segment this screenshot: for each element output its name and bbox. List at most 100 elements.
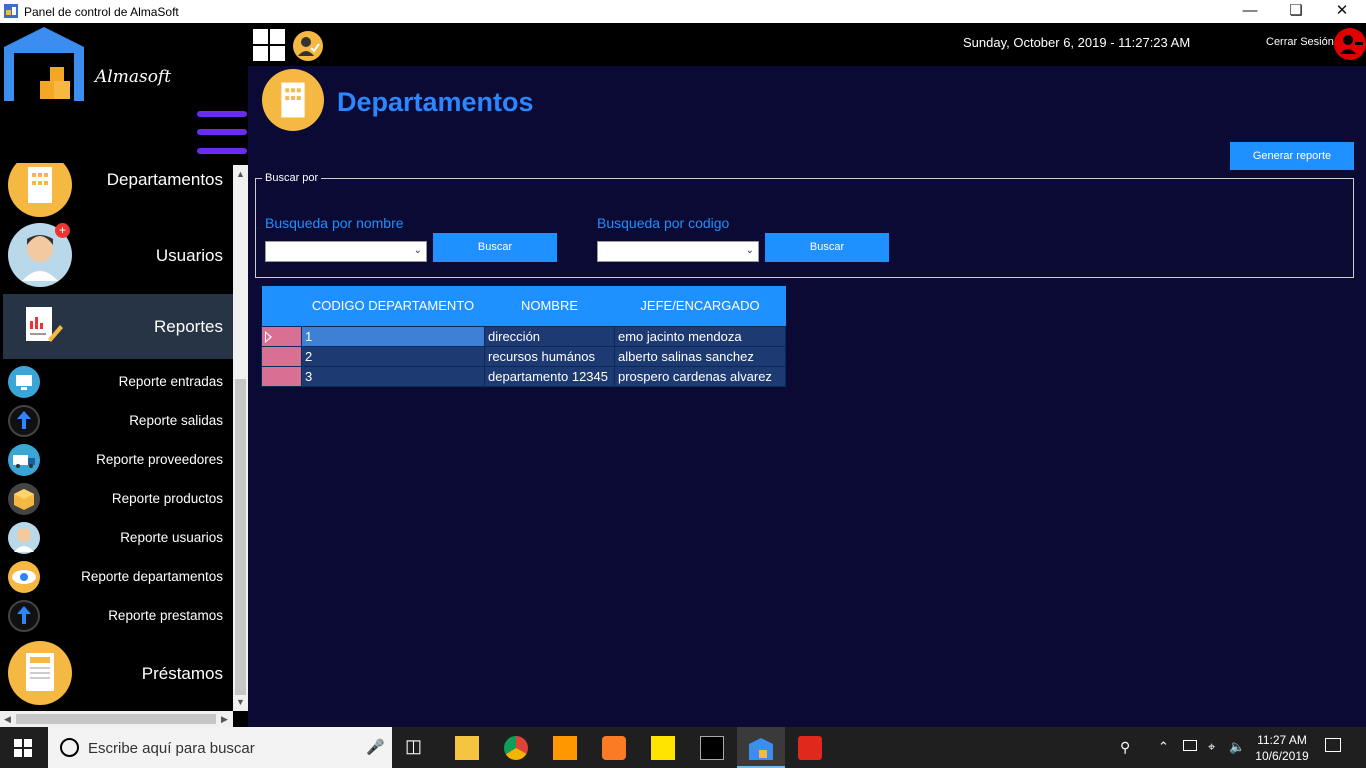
xampp-icon[interactable] xyxy=(602,736,626,760)
people-icon[interactable]: ⚲ xyxy=(1120,739,1130,756)
datetime-label: Sunday, October 6, 2019 - 11:27:23 AM xyxy=(963,35,1191,50)
chevron-up-icon[interactable]: ⌃ xyxy=(1158,739,1169,755)
sidebar-subitem-reporte-salidas[interactable]: Reporte salidas xyxy=(3,402,233,441)
sidebar-subitem-reporte-productos[interactable]: Reporte productos xyxy=(3,480,233,519)
menu-toggle-icon[interactable] xyxy=(197,148,247,154)
close-button[interactable]: ✕ xyxy=(1319,0,1365,23)
search-by-name-label: Busqueda por nombre xyxy=(265,215,404,231)
volume-icon[interactable]: 🔈 xyxy=(1229,739,1245,755)
table-cell[interactable]: departamento 12345 xyxy=(484,365,615,387)
sidebar-subitem-label: Reporte proveedores xyxy=(96,452,223,467)
taskbar-date: 10/6/2019 xyxy=(1255,749,1309,763)
almasoft-taskbar-icon[interactable] xyxy=(737,727,785,768)
scroll-thumb[interactable] xyxy=(235,379,246,695)
generate-report-button[interactable]: Generar reporte xyxy=(1230,142,1354,170)
user-icon xyxy=(8,522,40,554)
table-cell[interactable]: 2 xyxy=(301,345,485,367)
menu-toggle-icon[interactable] xyxy=(197,129,247,135)
task-view-icon[interactable]: ◫ xyxy=(405,736,429,760)
report-icon xyxy=(8,295,72,359)
logout-icon[interactable] xyxy=(1334,28,1366,60)
column-header[interactable]: JEFE/ENCARGADO xyxy=(614,286,786,326)
row-header[interactable] xyxy=(261,345,302,367)
start-button-icon[interactable] xyxy=(14,739,32,757)
sidebar-subitem-label: Reporte entradas xyxy=(118,374,223,389)
logout-label[interactable]: Cerrar Sesión xyxy=(1266,36,1334,48)
sidebar: Almasoft Departamentos + Usuarios Report… xyxy=(0,23,248,727)
sidebar-item-prestamos[interactable]: Préstamos xyxy=(3,639,233,709)
chrome-icon[interactable] xyxy=(504,736,528,760)
sidebar-subitem-label: Reporte usuarios xyxy=(120,530,223,545)
microphone-icon[interactable]: 🎤 xyxy=(366,738,385,756)
scroll-right-icon[interactable]: ▶ xyxy=(221,714,228,725)
table-row[interactable]: 1 dirección emo jacinto mendoza xyxy=(261,325,786,347)
main-content: Departamentos Generar reporte Buscar por… xyxy=(248,66,1366,727)
sidebar-subitem-reporte-usuarios[interactable]: Reporte usuarios xyxy=(3,519,233,558)
sidebar-subitem-label: Reporte productos xyxy=(111,491,223,506)
table-cell[interactable]: prospero cardenas alvarez xyxy=(614,365,786,387)
app-icon xyxy=(4,4,18,18)
table-cell[interactable]: dirección xyxy=(484,325,615,347)
table-cell[interactable]: 3 xyxy=(301,365,485,387)
search-by-name-button[interactable]: Buscar xyxy=(433,233,557,262)
sidebar-subitem-reporte-departamentos[interactable]: Reporte departamentos xyxy=(3,558,233,597)
monitor-icon xyxy=(8,366,40,398)
sidebar-vertical-scrollbar[interactable]: ▲ ▼ xyxy=(233,165,248,711)
cortana-icon xyxy=(60,738,79,757)
maximize-button[interactable]: ❏ xyxy=(1273,0,1319,23)
search-by-code-label: Busqueda por codigo xyxy=(597,215,730,231)
table-row[interactable]: 3 departamento 12345 prospero cardenas a… xyxy=(261,365,786,387)
current-row-icon xyxy=(265,330,272,343)
scroll-down-icon[interactable]: ▼ xyxy=(236,697,245,707)
wifi-icon[interactable]: ⌖ xyxy=(1208,739,1215,755)
file-explorer-icon[interactable] xyxy=(455,736,479,760)
table-cell[interactable]: recursos humános xyxy=(484,345,615,367)
scroll-left-icon[interactable]: ◀ xyxy=(4,714,11,725)
sidebar-subitem-reporte-prestamos[interactable]: Reporte prestamos xyxy=(3,597,233,636)
minimize-button[interactable]: — xyxy=(1227,0,1273,23)
sublime-text-icon[interactable] xyxy=(553,736,577,760)
scroll-thumb[interactable] xyxy=(16,714,216,724)
building-icon xyxy=(262,69,324,131)
row-header[interactable] xyxy=(261,325,302,347)
pdf-reader-icon[interactable] xyxy=(798,736,822,760)
windows-icon[interactable] xyxy=(253,29,285,61)
sidebar-item-usuarios[interactable]: + Usuarios xyxy=(3,221,233,291)
sidebar-item-reportes[interactable]: Reportes xyxy=(3,294,233,359)
sidebar-subitem-reporte-entradas[interactable]: Reporte entradas xyxy=(3,363,233,402)
table-cell[interactable]: 1 xyxy=(301,325,485,347)
chevron-down-icon: ⌄ xyxy=(745,245,754,256)
taskbar-clock[interactable]: 11:27 AM 10/6/2019 xyxy=(1250,732,1314,764)
search-by-name-combo[interactable]: ⌄ xyxy=(265,241,427,262)
sidebar-subitem-reporte-proveedores[interactable]: Reporte proveedores xyxy=(3,441,233,480)
table-cell[interactable]: alberto salinas sanchez xyxy=(614,345,786,367)
up-arrow-icon xyxy=(8,405,40,437)
taskbar-search-box[interactable]: Escribe aquí para buscar 🎤 xyxy=(48,727,392,768)
table-row[interactable]: 2 recursos humános alberto salinas sanch… xyxy=(261,345,786,367)
sidebar-item-departamentos[interactable]: Departamentos xyxy=(3,163,233,219)
search-group: Buscar por Busqueda por nombre ⌄ Buscar … xyxy=(255,172,1354,278)
user-check-icon[interactable] xyxy=(293,31,323,61)
table-header-row: CODIGO DEPARTAMENTO NOMBRE JEFE/ENCARGAD… xyxy=(261,286,786,326)
box-icon xyxy=(8,483,40,515)
eye-icon xyxy=(8,561,40,593)
column-header[interactable]: NOMBRE xyxy=(484,286,615,326)
menu-toggle-icon[interactable] xyxy=(197,111,247,117)
terminal-icon[interactable] xyxy=(700,736,724,760)
scroll-up-icon[interactable]: ▲ xyxy=(236,169,245,179)
column-header[interactable]: CODIGO DEPARTAMENTO xyxy=(301,286,485,326)
sidebar-horizontal-scrollbar[interactable]: ◀ ▶ xyxy=(0,711,233,727)
sidebar-subitem-label: Reporte departamentos xyxy=(81,569,223,584)
up-arrow-icon xyxy=(8,600,40,632)
notifications-icon[interactable] xyxy=(1325,738,1341,752)
search-by-code-combo[interactable]: ⌄ xyxy=(597,241,759,262)
top-bar: Sunday, October 6, 2019 - 11:27:23 AM Ce… xyxy=(248,23,1366,66)
sticky-notes-icon[interactable] xyxy=(651,736,675,760)
battery-icon[interactable] xyxy=(1183,740,1197,751)
row-header[interactable] xyxy=(261,365,302,387)
add-badge-icon: + xyxy=(55,223,70,238)
warehouse-logo-icon xyxy=(4,27,84,101)
search-by-code-button[interactable]: Buscar xyxy=(765,233,889,262)
table-cell[interactable]: emo jacinto mendoza xyxy=(614,325,786,347)
search-group-legend: Buscar por xyxy=(262,172,322,184)
